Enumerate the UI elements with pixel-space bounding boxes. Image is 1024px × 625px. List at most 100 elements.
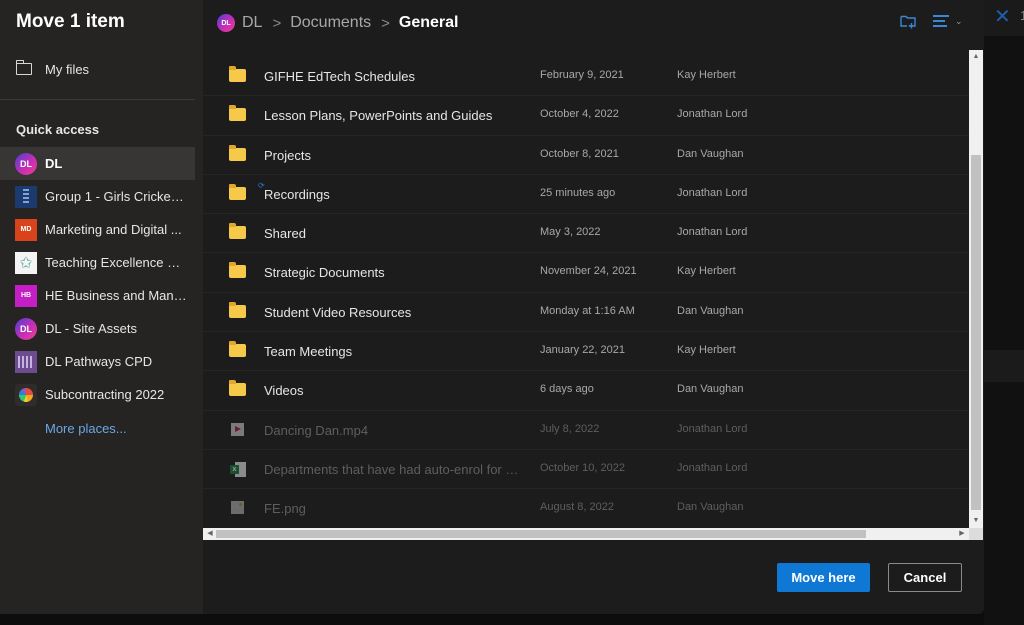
quick-access-heading: Quick access — [16, 122, 100, 137]
modified-by: Dan Vaughan — [677, 147, 744, 160]
sidebar-item-label: DL - Site Assets — [45, 321, 137, 336]
file-name: Recordings — [264, 186, 330, 202]
modified-date: November 24, 2021 — [540, 265, 637, 278]
scroll-right-arrow-icon[interactable]: ▶ — [955, 528, 969, 540]
folder-icon — [229, 262, 246, 279]
folder-row[interactable]: ⟳ Recordings 25 minutes ago Jonathan Lord — [203, 175, 969, 215]
sidebar-item-dl-pathways-cpd[interactable]: DL Pathways CPD — [0, 345, 195, 378]
modified-date: October 8, 2021 — [540, 147, 619, 160]
view-options-icon[interactable] — [933, 15, 949, 27]
folder-row[interactable]: Strategic Documents November 24, 2021 Kay … — [203, 253, 969, 293]
excel-file-icon: x — [230, 461, 246, 477]
background-page: ✕ 1 — [984, 0, 1024, 625]
modified-date: January 22, 2021 — [540, 344, 626, 357]
star-logo-icon: ✩ — [15, 251, 37, 274]
sidebar-item-my-files[interactable]: My files — [0, 55, 195, 83]
folder-outline-icon — [15, 60, 32, 75]
file-name: FE.png — [264, 501, 306, 517]
sidebar-item-dl-site-assets[interactable]: DL DL - Site Assets — [0, 312, 195, 345]
sidebar-item-label: Teaching Excellence Pr... — [45, 255, 187, 270]
modified-by: Dan Vaughan — [677, 383, 744, 396]
move-dialog: Move 1 item My files Quick access DL DL Gr… — [0, 0, 984, 614]
sidebar-item-marketing-and-digital[interactable]: MD Marketing and Digital ... — [0, 213, 195, 246]
modified-date: February 9, 2021 — [540, 69, 624, 81]
modified-date: Monday at 1:16 AM — [540, 304, 635, 317]
file-name: Team Meetings — [264, 344, 353, 360]
folder-row[interactable]: Videos 6 days ago Dan Vaughan — [203, 371, 969, 411]
file-row: x Departments that have had auto-enrol fo… — [203, 450, 969, 490]
modified-date: October 10, 2022 — [540, 461, 626, 474]
sidebar-item-label: Group 1 - Girls Cricket ... — [45, 189, 187, 204]
modified-by: Kay Herbert — [677, 344, 736, 357]
chevron-right-icon: > — [272, 14, 282, 32]
scroll-down-arrow-icon[interactable]: ▼ — [969, 514, 983, 528]
sidebar-item-teaching-excellence-pr[interactable]: ✩ Teaching Excellence Pr... — [0, 246, 195, 279]
sidebar-item-label: Subcontracting 2022 — [45, 387, 165, 402]
modified-date: July 8, 2022 — [540, 422, 600, 435]
background-count: 1 — [1020, 8, 1024, 23]
folder-row[interactable]: GIFHE EdTech Schedules February 9, 2021 Ka… — [203, 57, 969, 97]
color-wheel-logo-icon — [15, 383, 37, 406]
move-here-button[interactable]: Move here — [777, 563, 870, 592]
modified-date: 6 days ago — [540, 383, 594, 396]
folder-row[interactable]: Team Meetings January 22, 2021 Kay Herbert — [203, 332, 969, 372]
sidebar-item-label: HE Business and Mana... — [45, 288, 187, 303]
folder-row[interactable]: Lesson Plans, PowerPoints and Guides Octo… — [203, 96, 969, 136]
file-name: Projects — [264, 147, 311, 163]
file-name: Lesson Plans, PowerPoints and Guides — [264, 108, 493, 124]
file-name: Student Video Resources — [264, 304, 412, 320]
file-name: GIFHE EdTech Schedules — [264, 69, 416, 84]
breadcrumb-current: General — [398, 14, 459, 31]
modified-by: Kay Herbert — [677, 265, 736, 278]
more-places-link[interactable]: More places... — [45, 421, 127, 436]
scroll-up-arrow-icon[interactable]: ▲ — [969, 50, 983, 64]
hb-logo-icon: HB — [15, 284, 37, 307]
sidebar-item-group-1-girls-cricket[interactable]: Group 1 - Girls Cricket ... — [0, 180, 195, 213]
folder-icon — [229, 223, 246, 240]
file-name: Dancing Dan.mp4 — [264, 422, 369, 438]
modified-by: Jonathan Lord — [677, 422, 748, 435]
vertical-scroll-thumb[interactable] — [971, 155, 981, 510]
file-name: Departments that have had auto-enrol for… — [264, 461, 522, 477]
folder-icon — [229, 380, 246, 397]
horizontal-scrollbar[interactable]: ◀ ▶ — [203, 528, 969, 540]
dialog-title: Move 1 item — [16, 11, 125, 32]
sidebar-item-subcontracting-2022[interactable]: Subcontracting 2022 — [0, 378, 195, 411]
scroll-left-arrow-icon[interactable]: ◀ — [203, 528, 217, 540]
video-file-icon — [231, 422, 244, 436]
file-name: Shared — [264, 226, 306, 242]
folder-row[interactable]: Projects October 8, 2021 Dan Vaughan — [203, 136, 969, 175]
file-row: FE.png August 8, 2022 Dan Vaughan — [203, 489, 969, 529]
modified-date: August 8, 2022 — [540, 501, 615, 514]
modified-by: Kay Herbert — [677, 69, 736, 81]
file-list: GIFHE EdTech Schedules February 9, 2021 Ka… — [203, 57, 969, 529]
sidebar: Move 1 item My files Quick access DL DL Gr… — [0, 0, 203, 614]
chevron-right-icon: > — [381, 14, 390, 32]
quick-access-list: DL DL Group 1 - Girls Cricket ... MD Marketi… — [0, 147, 195, 411]
main-pane: DL DL > Documents > General ⌄ GIFHE EdTe… — [203, 0, 984, 614]
sidebar-item-label: DL — [45, 156, 63, 171]
dl-site-logo-icon: DL — [217, 14, 235, 32]
folder-row[interactable]: Shared May 3, 2022 Jonathan Lord — [203, 214, 969, 254]
md-logo-icon: MD — [15, 218, 37, 241]
new-folder-icon[interactable] — [900, 14, 916, 29]
breadcrumb-item-dl[interactable]: DL — [242, 14, 262, 32]
sidebar-item-label: Marketing and Digital ... — [45, 222, 182, 237]
modified-by: Jonathan Lord — [677, 186, 748, 199]
breadcrumb-item-documents[interactable]: Documents — [290, 14, 371, 32]
chevron-down-icon[interactable]: ⌄ — [955, 16, 963, 27]
folder-icon — [229, 341, 246, 358]
horizontal-scroll-thumb[interactable] — [216, 530, 866, 538]
modified-by: Dan Vaughan — [677, 501, 744, 514]
sidebar-item-he-business-and-mana[interactable]: HB HE Business and Mana... — [0, 279, 195, 312]
cancel-button[interactable]: Cancel — [888, 563, 962, 592]
sidebar-divider — [0, 99, 195, 100]
folder-row[interactable]: Student Video Resources Monday at 1:16 AM… — [203, 293, 969, 333]
file-row: Dancing Dan.mp4 July 8, 2022 Jonathan Lord — [203, 411, 969, 450]
file-list-container: GIFHE EdTech Schedules February 9, 2021 Ka… — [203, 50, 984, 540]
background-close-icon: ✕ — [994, 6, 1011, 28]
dl-site-logo-icon: DL — [15, 152, 37, 175]
sidebar-item-dl[interactable]: DL DL — [0, 147, 195, 180]
vertical-scrollbar[interactable]: ▲ ▼ — [969, 50, 983, 528]
file-name: Videos — [264, 383, 304, 399]
